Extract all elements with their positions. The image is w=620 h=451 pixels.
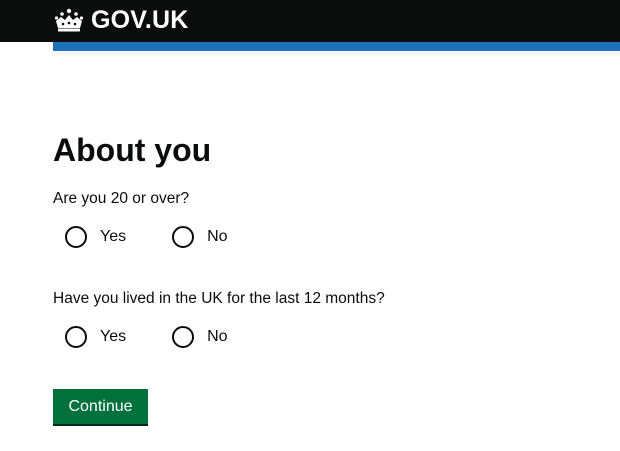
radio-circle[interactable] xyxy=(65,226,87,248)
govuk-logo-link[interactable]: GOV.UK xyxy=(53,5,189,35)
header-blue-stripe xyxy=(53,42,620,51)
logo-text: GOV.UK xyxy=(91,6,189,34)
radio-label[interactable]: No xyxy=(207,226,227,248)
question-residency-options: Yes No xyxy=(65,324,228,350)
question-age-label: Are you 20 or over? xyxy=(53,190,190,207)
question-residency-label: Have you lived in the UK for the last 12… xyxy=(53,290,385,307)
radio-circle[interactable] xyxy=(65,326,87,348)
radio-label[interactable]: Yes xyxy=(100,326,126,348)
radio-residency-yes[interactable]: Yes xyxy=(65,326,126,348)
radio-age-no[interactable]: No xyxy=(172,226,228,248)
continue-button[interactable]: Continue xyxy=(53,389,148,424)
radio-circle[interactable] xyxy=(172,226,195,248)
crown-icon xyxy=(54,8,84,32)
radio-age-yes[interactable]: Yes xyxy=(65,226,126,248)
radio-label[interactable]: No xyxy=(207,326,227,348)
radio-residency-no[interactable]: No xyxy=(172,326,228,348)
radio-label[interactable]: Yes xyxy=(100,226,126,248)
page-title: About you xyxy=(53,132,212,168)
radio-circle[interactable] xyxy=(172,326,195,348)
question-age-options: Yes No xyxy=(65,224,228,250)
